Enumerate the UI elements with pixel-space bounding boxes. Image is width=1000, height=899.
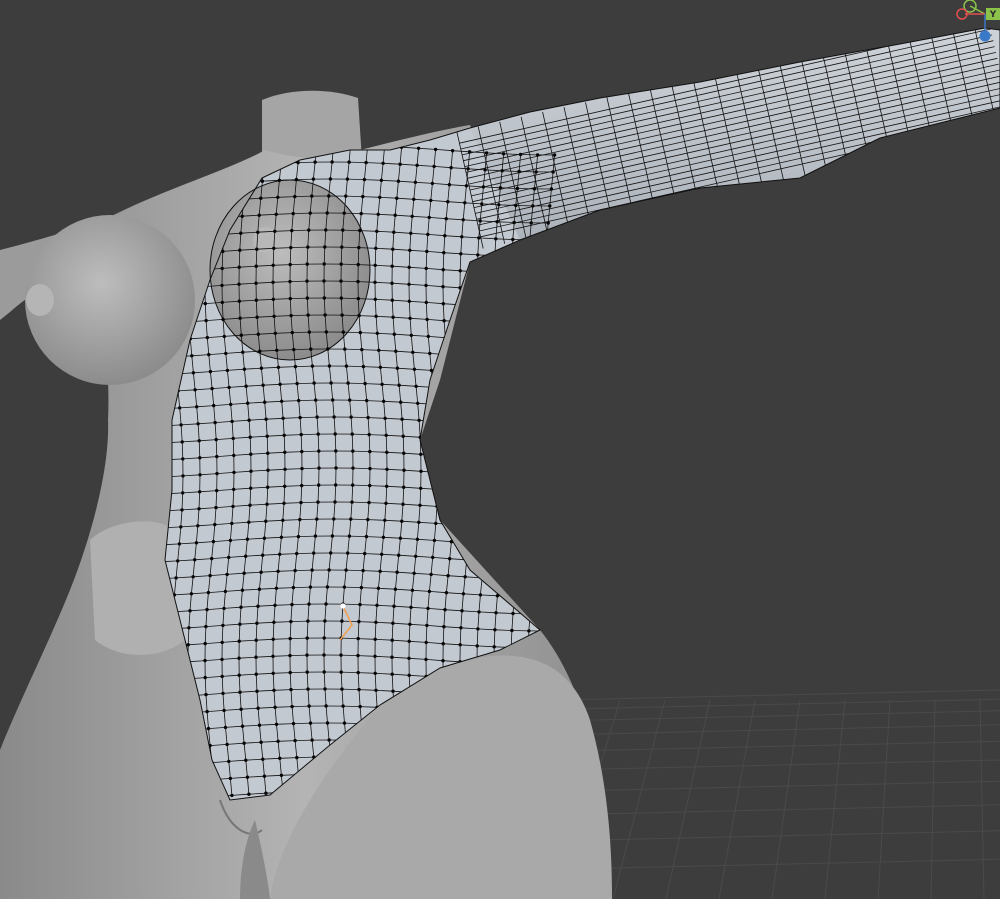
3d-viewport[interactable]: Y [0,0,1000,899]
z-axis-icon[interactable] [979,30,991,42]
floor-grid [559,689,1000,899]
y-axis-label: Y [989,10,997,20]
active-vertex[interactable] [340,603,346,609]
viewport-canvas[interactable]: Y [0,0,1000,899]
